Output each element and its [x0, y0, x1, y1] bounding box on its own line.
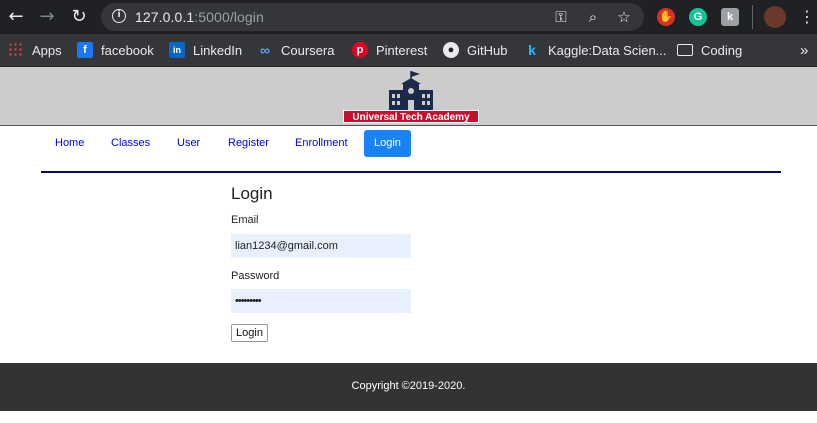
- reload-icon[interactable]: ↻: [69, 7, 89, 27]
- nav-enrollment[interactable]: Enrollment: [285, 130, 358, 157]
- bookmark-label: Kaggle:Data Scien...: [548, 42, 667, 58]
- browser-toolbar: ← → ↻ i 127.0.0.1:5000/login ⚿ ⌕ ☆ ✋ G k…: [0, 0, 817, 34]
- github-icon: ●: [443, 42, 459, 58]
- email-field[interactable]: lian1234@gmail.com: [231, 234, 411, 258]
- login-submit-button[interactable]: Login: [231, 324, 268, 342]
- site-info-icon[interactable]: i: [112, 9, 126, 23]
- bookmark-label: Pinterest: [376, 42, 428, 58]
- form-title: Login: [231, 184, 273, 203]
- folder-icon: [677, 44, 693, 56]
- forward-arrow-icon[interactable]: →: [37, 7, 57, 27]
- main-nav: Home Classes User Register Enrollment Lo…: [41, 127, 781, 173]
- school-building-icon: [389, 71, 433, 110]
- page-bottom-spacer: [0, 411, 817, 423]
- bookmark-kaggle[interactable]: k Kaggle:Data Scien...: [524, 41, 667, 59]
- logo-text: Universal Tech Academy: [343, 110, 479, 123]
- nav-register[interactable]: Register: [218, 130, 279, 157]
- nav-classes[interactable]: Classes: [101, 130, 160, 157]
- bookmark-label: LinkedIn: [193, 42, 243, 58]
- password-field[interactable]: •••••••••: [231, 289, 411, 313]
- url-path: :5000/login: [194, 9, 264, 25]
- copyright-text: Copyright ©2019-2020.: [351, 380, 466, 392]
- bookmark-coursera[interactable]: ∞ Coursera: [257, 41, 334, 59]
- bookmark-label: GitHub: [467, 42, 508, 58]
- url-host: 127.0.0.1: [135, 9, 195, 25]
- bookmark-facebook[interactable]: f facebook: [77, 41, 154, 59]
- menu-dots-icon[interactable]: ⋮: [797, 7, 817, 27]
- bookmark-pinterest[interactable]: p Pinterest: [352, 41, 427, 59]
- grammarly-extension-icon[interactable]: G: [689, 8, 707, 26]
- overflow-chevron-icon: »: [800, 41, 809, 59]
- address-bar[interactable]: i 127.0.0.1:5000/login ⚿ ⌕ ☆: [101, 3, 644, 31]
- bookmark-linkedin[interactable]: in LinkedIn: [169, 41, 242, 59]
- email-label: Email: [231, 214, 259, 226]
- bookmarks-overflow-button[interactable]: »: [800, 41, 808, 59]
- profile-avatar[interactable]: [764, 6, 786, 28]
- site-header: Universal Tech Academy: [0, 67, 817, 126]
- nav-login[interactable]: Login: [364, 130, 411, 157]
- bookmark-github[interactable]: ● GitHub: [443, 41, 507, 59]
- bookmark-label: Coding: [701, 42, 743, 58]
- site-footer: Copyright ©2019-2020.: [0, 363, 817, 411]
- facebook-icon: f: [77, 42, 93, 58]
- kaggle-icon: k: [528, 42, 536, 58]
- bookmark-label: Apps: [32, 42, 62, 58]
- password-label: Password: [231, 270, 280, 282]
- url-text[interactable]: 127.0.0.1:5000/login: [135, 9, 264, 25]
- nav-home[interactable]: Home: [45, 130, 94, 157]
- login-form: Login Email lian1234@gmail.com Password …: [231, 184, 411, 342]
- adblock-extension-icon[interactable]: ✋: [657, 8, 675, 26]
- extension-icon[interactable]: k: [721, 8, 739, 26]
- pinterest-icon: p: [352, 42, 368, 58]
- toolbar-divider: [752, 5, 753, 29]
- bookmarks-bar: Apps f facebook in LinkedIn ∞ Coursera p…: [0, 34, 817, 67]
- key-icon[interactable]: ⚿: [552, 8, 570, 26]
- nav-user[interactable]: User: [167, 130, 210, 157]
- zoom-icon[interactable]: ⌕: [584, 8, 602, 26]
- apps-grid-icon: [8, 42, 24, 58]
- linkedin-icon: in: [169, 42, 185, 58]
- bookmark-label: facebook: [101, 42, 154, 58]
- site-logo[interactable]: Universal Tech Academy: [343, 70, 479, 123]
- coursera-icon: ∞: [260, 42, 270, 58]
- star-bookmark-icon[interactable]: ☆: [615, 8, 633, 26]
- bookmark-label: Coursera: [281, 42, 335, 58]
- back-arrow-icon[interactable]: ←: [6, 7, 26, 27]
- bookmark-coding-folder[interactable]: Coding: [677, 41, 742, 59]
- bookmark-apps[interactable]: Apps: [8, 41, 62, 59]
